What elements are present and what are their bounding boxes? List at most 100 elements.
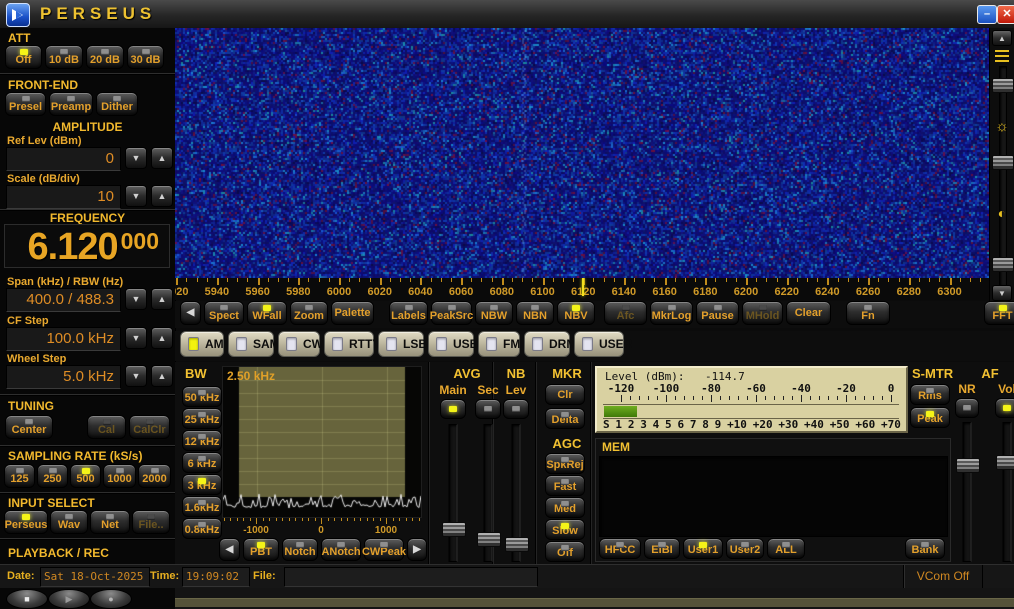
- center-frequency-marker[interactable]: [582, 278, 584, 296]
- bw-1-6khz[interactable]: 1.6kHz: [182, 496, 222, 517]
- mem-all[interactable]: ALL: [767, 538, 805, 559]
- tuning-calclr[interactable]: CalClr: [129, 415, 170, 439]
- input-file[interactable]: File..: [132, 510, 170, 534]
- mem-eibi[interactable]: EIBI: [644, 538, 680, 559]
- mem-hfcc[interactable]: HFCC: [599, 538, 641, 559]
- af-nr-button[interactable]: [955, 398, 979, 418]
- avg-sec-slider[interactable]: [476, 424, 500, 562]
- pbt-cwpeak[interactable]: CWPeak: [364, 538, 404, 561]
- slider-handle[interactable]: [442, 522, 466, 537]
- ref-lev-up-icon[interactable]: [151, 147, 173, 169]
- toolbar-nbw[interactable]: NBW: [475, 301, 513, 325]
- scale-up-icon[interactable]: [151, 185, 173, 207]
- bw-25-khz[interactable]: 25 kHz: [182, 408, 222, 429]
- att-30-db[interactable]: 30 dB: [127, 45, 164, 69]
- mode-lsb[interactable]: LSB: [378, 331, 424, 357]
- toolbar-palette[interactable]: Palette: [331, 301, 374, 325]
- input-wav[interactable]: Wav: [50, 510, 88, 534]
- stop-button[interactable]: ■: [6, 589, 48, 609]
- mode-drm[interactable]: DRM: [524, 331, 570, 357]
- brightness-handle[interactable]: [992, 155, 1014, 170]
- slider-handle[interactable]: [956, 458, 980, 473]
- agc-spkrej[interactable]: SpkRej: [545, 453, 585, 474]
- frontend-preamp[interactable]: Preamp: [49, 92, 93, 116]
- rate-500[interactable]: 500: [70, 464, 101, 488]
- pbt-anotch[interactable]: ANotch: [321, 538, 361, 561]
- span-down-icon[interactable]: [125, 288, 147, 310]
- waterfall-speed-handle[interactable]: [992, 78, 1014, 93]
- af-vol-slider[interactable]: [995, 422, 1014, 562]
- mode-usb[interactable]: USB: [428, 331, 474, 357]
- slider-handle[interactable]: [996, 455, 1014, 470]
- scroll-down-icon[interactable]: ▼: [992, 285, 1012, 301]
- mode-user[interactable]: USER: [574, 331, 624, 357]
- pbt-[interactable]: ◀: [219, 538, 240, 561]
- bw-6-khz[interactable]: 6 kHz: [182, 452, 222, 473]
- mem-bank-button[interactable]: Bank: [905, 538, 945, 559]
- toolbar-afc[interactable]: Afc: [604, 301, 647, 325]
- close-button[interactable]: ✕: [997, 5, 1014, 24]
- wheel-step-up-icon[interactable]: [151, 365, 173, 387]
- toolbar-wfall[interactable]: WFall: [247, 301, 287, 325]
- toolbar-pause[interactable]: Pause: [696, 301, 739, 325]
- perseus-logo-icon[interactable]: [6, 3, 30, 27]
- bw-50-khz[interactable]: 50 kHz: [182, 386, 222, 407]
- contrast-handle[interactable]: [992, 257, 1014, 272]
- span-up-icon[interactable]: [151, 288, 173, 310]
- slider-handle[interactable]: [505, 537, 529, 552]
- toolbar-nbv[interactable]: NBV: [557, 301, 595, 325]
- bw-0-8khz[interactable]: 0.8kHz: [182, 518, 222, 539]
- att-10-db[interactable]: 10 dB: [45, 45, 83, 69]
- toolbar-zoom[interactable]: Zoom: [290, 301, 328, 325]
- scroll-up-icon[interactable]: ▲: [992, 30, 1012, 46]
- cf-step-up-icon[interactable]: [151, 327, 173, 349]
- bw-3-khz[interactable]: 3 kHz: [182, 474, 222, 495]
- tuning-center[interactable]: Center: [5, 415, 53, 439]
- avg-main-slider[interactable]: [441, 424, 465, 562]
- input-perseus[interactable]: Perseus: [4, 510, 48, 534]
- rate-2000[interactable]: 2000: [138, 464, 171, 488]
- scale-field[interactable]: 10: [6, 185, 121, 209]
- pbt-notch[interactable]: Notch: [282, 538, 318, 561]
- frontend-presel[interactable]: Presel: [5, 92, 46, 116]
- cf-step-down-icon[interactable]: [125, 327, 147, 349]
- mem-user1[interactable]: User1: [683, 538, 723, 559]
- rate-250[interactable]: 250: [37, 464, 68, 488]
- mode-rtty[interactable]: RTTY: [324, 331, 374, 357]
- time-field[interactable]: 19:09:02: [182, 567, 250, 587]
- slider-handle[interactable]: [477, 532, 501, 547]
- date-field[interactable]: Sat 18-Oct-2025: [40, 567, 150, 587]
- mem-user2[interactable]: User2: [726, 538, 764, 559]
- play-button[interactable]: ▶: [48, 589, 90, 609]
- passband-display[interactable]: [222, 366, 422, 518]
- rate-1000[interactable]: 1000: [103, 464, 136, 488]
- agc-fast[interactable]: Fast: [545, 475, 585, 496]
- af-nr-slider[interactable]: [955, 422, 979, 562]
- att-20-db[interactable]: 20 dB: [86, 45, 124, 69]
- nb-lev-button[interactable]: [503, 399, 529, 419]
- mode-sam[interactable]: SAM: [228, 331, 274, 357]
- agc-med[interactable]: Med: [545, 497, 585, 518]
- wheel-step-down-icon[interactable]: [125, 365, 147, 387]
- frontend-dither[interactable]: Dither: [96, 92, 138, 116]
- waterfall-display[interactable]: [175, 28, 989, 278]
- tuning-cal[interactable]: Cal: [87, 415, 126, 439]
- smtr-peak[interactable]: Peak: [910, 407, 950, 428]
- minimize-button[interactable]: –: [977, 5, 997, 24]
- mode-am[interactable]: AM: [180, 331, 224, 357]
- toolbar-mkrlog[interactable]: MkrLog: [650, 301, 693, 325]
- ref-lev-field[interactable]: 0: [6, 147, 121, 171]
- avg-main-button[interactable]: [440, 399, 466, 419]
- mode-cw[interactable]: CW: [278, 331, 320, 357]
- toolbar-mhold[interactable]: MHold: [742, 301, 783, 325]
- frequency-display[interactable]: 6.120000: [4, 224, 170, 268]
- agc-slow[interactable]: Slow: [545, 519, 585, 540]
- mode-fm[interactable]: FM: [478, 331, 520, 357]
- toolbar-clear[interactable]: Clear: [786, 301, 831, 325]
- smtr-rms[interactable]: Rms: [910, 384, 950, 405]
- memory-list[interactable]: [599, 456, 948, 537]
- att-off[interactable]: Off: [5, 45, 42, 69]
- toolbar-spect[interactable]: Spect: [204, 301, 244, 325]
- pbt-pbt[interactable]: PBT: [243, 538, 279, 561]
- nb-lev-slider[interactable]: [504, 424, 528, 562]
